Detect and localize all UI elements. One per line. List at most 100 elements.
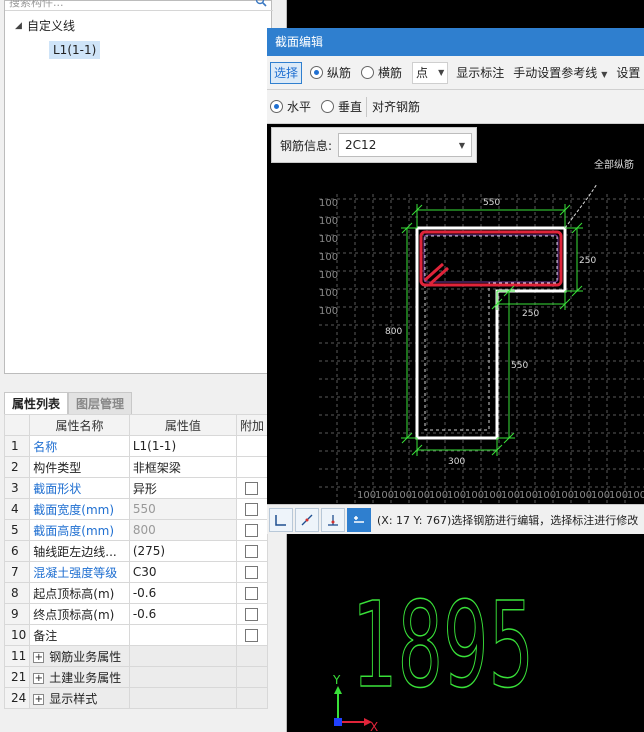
manual-ref-dropdown[interactable]: 手动设置参考线 ▼ [513,64,607,81]
ruler-label: 100 [609,490,628,501]
point-dropdown[interactable]: 点 ▼ [412,61,449,84]
table-row[interactable]: 9 终点顶标高(m) -0.6 [3,603,269,625]
section-canvas[interactable]: 1001001001001001001001001001001001001001… [267,124,644,504]
grid-header-name: 属性名称 [29,414,130,436]
grid-header-row: 属性名称 属性值 附加 [3,414,269,436]
attach-checkbox[interactable] [245,524,259,537]
extra-cell[interactable] [235,603,269,625]
attach-checkbox[interactable] [245,587,259,600]
radio-stirrup-label: 横筋 [378,66,403,80]
table-row[interactable]: 3 截面形状 异形 [3,477,269,499]
property-value[interactable]: 550 [128,498,237,520]
property-value[interactable]: 异形 [128,477,237,499]
tree-node-custom-line[interactable]: ◢ 自定义线 [15,17,75,35]
extra-cell[interactable] [235,624,269,646]
radio-horizontal[interactable]: 水平 [270,98,311,115]
tab-layers[interactable]: 图层管理 [68,392,133,414]
extra-cell[interactable] [235,561,269,583]
property-value[interactable]: (275) [128,540,237,562]
attach-checkbox[interactable] [245,482,259,495]
attach-checkbox[interactable] [245,608,259,621]
expand-plus-icon[interactable]: + [33,672,45,684]
table-row[interactable]: 2 构件类型 非框架梁 [3,456,269,478]
table-row[interactable]: 6 轴线距左边线... (275) [3,540,269,562]
property-value[interactable]: C30 [128,561,237,583]
ruler-label: 100 [319,288,338,299]
ortho-mode-icon[interactable] [269,507,293,532]
dim-right-flange[interactable]: 250 [579,256,596,266]
dim-top[interactable]: 550 [483,198,500,208]
table-row[interactable]: 1 名称 L1(1-1) [3,435,269,457]
extra-cell[interactable] [235,435,269,457]
stirrup-rebar[interactable] [419,230,563,287]
dim-web[interactable]: 550 [511,361,528,371]
property-value[interactable]: L1(1-1) [128,435,237,457]
dim-bottom[interactable]: 300 [448,457,465,467]
property-value[interactable]: 800 [128,519,237,541]
attach-checkbox[interactable] [245,629,259,642]
search-input[interactable]: 搜索构件... [9,0,64,10]
settings-button[interactable]: 设置 [616,64,640,81]
search-bar[interactable]: 搜索构件... [5,0,273,11]
radio-dot-icon[interactable] [321,100,335,113]
table-row[interactable]: 10 备注 [3,624,269,646]
radio-vertical-label: 垂直 [338,100,363,114]
extra-cell[interactable] [235,456,269,478]
dialog-title[interactable]: 截面编辑 [267,28,644,56]
ruler-label: 100 [519,490,538,501]
ruler-label: 100 [537,490,556,501]
panel-tabs: 属性列表 图层管理 [4,392,133,414]
group-value [128,666,237,688]
extra-cell[interactable] [235,582,269,604]
property-value[interactable] [128,624,237,646]
table-row[interactable]: 4 截面宽度(mm) 550 [3,498,269,520]
dim-step[interactable]: 250 [522,309,539,319]
extra-cell[interactable] [235,540,269,562]
radio-stirrup[interactable]: 横筋 [361,64,402,81]
callout-all-rebar[interactable]: 全部纵筋 [594,158,634,171]
table-row[interactable]: 8 起点顶标高(m) -0.6 [3,582,269,604]
property-value[interactable]: -0.6 [128,603,237,625]
rebar-info-select[interactable]: 2C12 ▼ [338,133,473,157]
ruler-label: 100 [319,252,338,263]
expand-plus-icon[interactable]: + [33,693,45,705]
select-button[interactable]: 选择 [270,61,303,84]
expand-triangle-icon[interactable]: ◢ [15,17,27,35]
group-name-cell[interactable]: + 土建业务属性 [29,666,130,688]
toolbar-divider [366,96,368,117]
radio-dot-icon[interactable] [270,100,283,113]
property-value[interactable]: -0.6 [128,582,237,604]
align-rebar-button[interactable]: 对齐钢筋 [372,98,420,115]
radio-longitudinal[interactable]: 纵筋 [310,64,351,81]
attach-checkbox[interactable] [245,566,259,579]
snap-perpendicular-icon[interactable] [321,507,345,532]
extra-cell[interactable] [235,519,269,541]
show-dims-button[interactable]: 显示标注 [456,64,504,81]
extra-cell[interactable] [235,477,269,499]
tab-properties[interactable]: 属性列表 [4,392,69,414]
dimension-input-icon[interactable] [347,507,371,532]
search-icon[interactable] [255,0,267,10]
table-row[interactable]: 5 截面高度(mm) 800 [3,519,269,541]
radio-vertical[interactable]: 垂直 [321,98,362,115]
radio-horizontal-label: 水平 [287,100,312,114]
radio-dot-icon[interactable] [310,66,324,79]
group-row[interactable]: 24 + 显示样式 [3,687,269,709]
expand-plus-icon[interactable]: + [33,651,45,663]
property-value[interactable]: 非框架梁 [128,456,237,478]
extra-cell[interactable] [235,498,269,520]
point-dropdown-value: 点 [416,66,429,80]
radio-dot-icon[interactable] [361,66,375,79]
snap-diagonal-icon[interactable] [295,507,319,532]
group-row[interactable]: 11 + 钢筋业务属性 [3,645,269,667]
group-name-cell[interactable]: + 显示样式 [29,687,130,709]
section-outline[interactable] [415,226,567,440]
dim-left[interactable]: 800 [385,327,402,337]
group-name-cell[interactable]: + 钢筋业务属性 [29,645,130,667]
group-row[interactable]: 21 + 土建业务属性 [3,666,269,688]
viewport-canvas[interactable]: 1895 Y X [290,534,644,732]
table-row[interactable]: 7 混凝土强度等级 C30 [3,561,269,583]
tree-item-l1[interactable]: L1(1-1) [49,41,101,59]
attach-checkbox[interactable] [245,545,259,558]
attach-checkbox[interactable] [245,503,259,516]
